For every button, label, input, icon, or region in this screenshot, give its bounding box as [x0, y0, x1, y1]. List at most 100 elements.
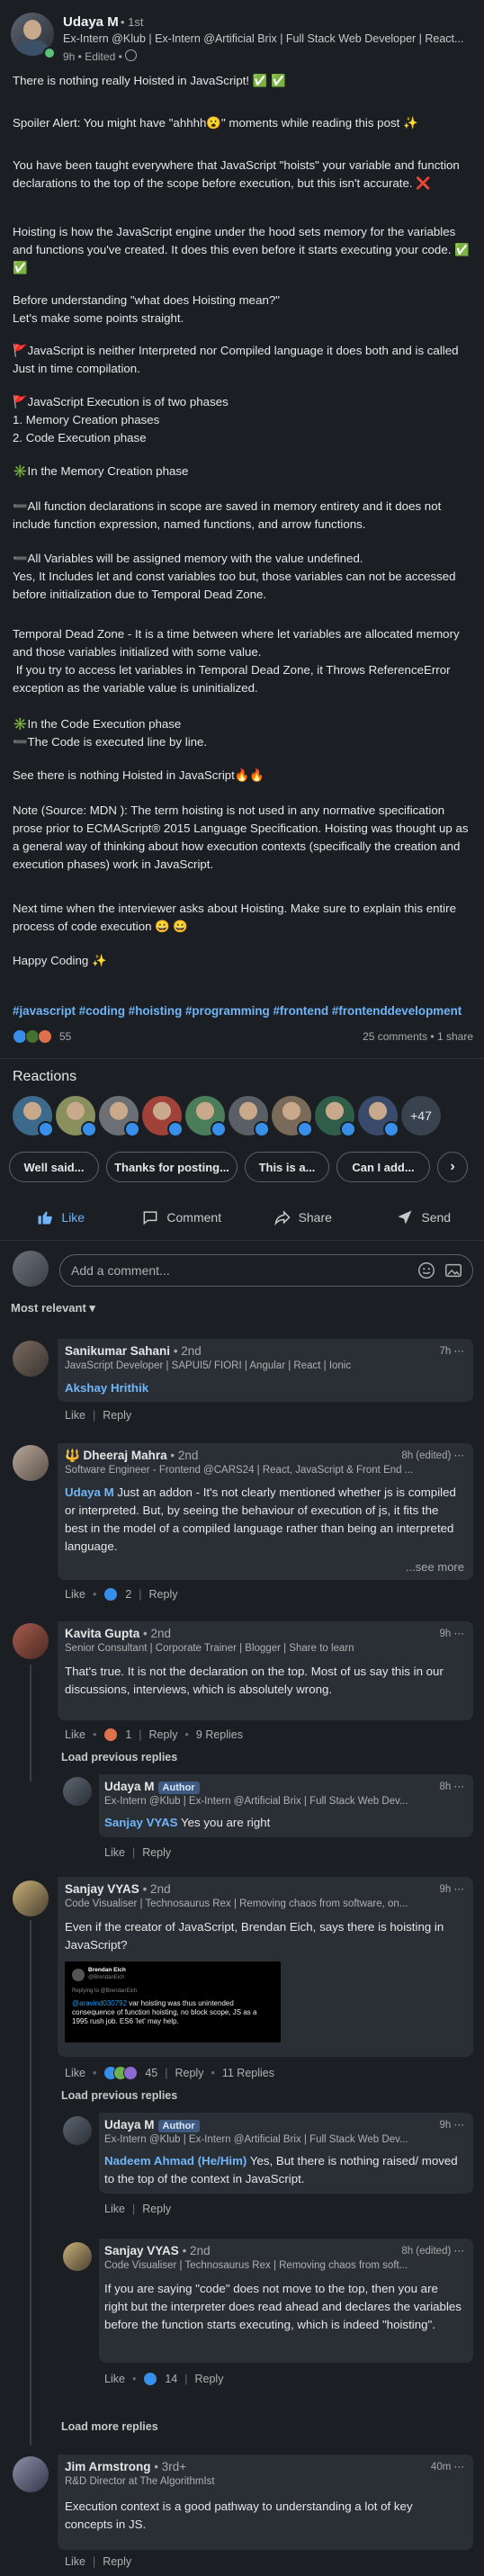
mention-link[interactable]: Akshay Hrithik: [65, 1381, 148, 1395]
comment-actions: Like | Reply: [104, 1846, 171, 1859]
replies-count[interactable]: 9 Replies: [196, 1728, 243, 1741]
commenter-avatar[interactable]: [13, 1445, 49, 1481]
reactor-avatar[interactable]: [99, 1096, 140, 1137]
reactor-avatar[interactable]: [272, 1096, 313, 1137]
post-paragraph: 🚩JavaScript is neither Interpreted nor C…: [13, 344, 462, 375]
commenter-avatar[interactable]: [13, 1341, 49, 1377]
reactor-avatar[interactable]: [315, 1096, 356, 1137]
load-more-replies[interactable]: Load more replies: [61, 2420, 158, 2433]
share-button[interactable]: Share: [242, 1200, 363, 1234]
reactor-avatar[interactable]: [358, 1096, 399, 1137]
comment-like-button[interactable]: Like: [104, 2203, 125, 2215]
commenter-name-text: Jim Armstrong: [65, 2460, 151, 2473]
comment-time-text: 7h: [439, 1346, 452, 1357]
load-previous-replies[interactable]: Load previous replies: [61, 2089, 177, 2102]
comment-like-button[interactable]: Like: [104, 2373, 125, 2385]
separator: |: [131, 1846, 136, 1859]
commenter-name[interactable]: Kavita Gupta • 2nd: [65, 1627, 171, 1640]
comment-like-button[interactable]: Like: [65, 2067, 85, 2079]
reactor-avatar[interactable]: [185, 1096, 227, 1137]
commenter-name[interactable]: Sanjay VYAS • 2nd: [65, 1882, 171, 1896]
comment-actions: Like | Reply: [104, 2203, 171, 2215]
commenter-name[interactable]: Jim Armstrong • 3rd+: [65, 2460, 186, 2473]
commenter-headline: JavaScript Developer | SAPUI5/ FIORI | A…: [65, 1360, 352, 1371]
comment-reaction-count[interactable]: 45: [145, 2067, 157, 2079]
commenter-avatar[interactable]: [63, 2116, 92, 2145]
emoji-icon[interactable]: [417, 1261, 436, 1280]
comment-like-button[interactable]: Like: [65, 1728, 85, 1741]
reactor-avatar[interactable]: [13, 1096, 54, 1137]
thread-line: [30, 1920, 31, 2446]
commenter-avatar[interactable]: [13, 2456, 49, 2492]
comment-reaction-count[interactable]: 1: [125, 1728, 131, 1741]
mention-link[interactable]: Sanjay VYAS: [104, 1816, 178, 1829]
separator: |: [92, 2555, 96, 2568]
comment-reply-button[interactable]: Reply: [149, 1728, 178, 1741]
tweet-screenshot-image[interactable]: Brendan Eich @BrendanEich Replying to @B…: [65, 1961, 281, 2042]
quick-reply-chip[interactable]: Well said...: [9, 1152, 99, 1182]
share-icon: [273, 1210, 291, 1226]
load-previous-replies[interactable]: Load previous replies: [61, 1751, 177, 1764]
comment-reaction-count[interactable]: 2: [125, 1588, 131, 1601]
reactor-avatar[interactable]: [229, 1096, 270, 1137]
reactor-avatar[interactable]: [56, 1096, 97, 1137]
send-button[interactable]: Send: [363, 1200, 484, 1234]
send-icon: [398, 1210, 412, 1225]
comment-reply-button[interactable]: Reply: [142, 1846, 171, 1859]
current-user-avatar[interactable]: [13, 1251, 49, 1287]
separator: •: [211, 2067, 215, 2079]
comment-text: If you are saying "code" does not move t…: [104, 2282, 462, 2331]
comment-reply-button[interactable]: Reply: [103, 1409, 131, 1422]
author-badge: Author: [157, 2120, 200, 2132]
commenter-name[interactable]: Udaya M Author: [104, 1780, 200, 1794]
reactor-avatar[interactable]: [142, 1096, 184, 1137]
divider: [0, 1240, 484, 1241]
commenter-name[interactable]: 🔱 Dheeraj Mahra • 2nd: [65, 1449, 198, 1463]
separator: |: [165, 2067, 168, 2079]
post-hashtags[interactable]: #javascript #coding #hoisting #programmi…: [13, 1004, 471, 1018]
commenter-avatar[interactable]: [63, 1777, 92, 1806]
comment-reply-button[interactable]: Reply: [142, 2203, 171, 2215]
comment-like-button[interactable]: Like: [65, 1588, 85, 1601]
commenter-avatar[interactable]: [13, 1623, 49, 1659]
comment-reply-button[interactable]: Reply: [194, 2373, 223, 2385]
see-more-link[interactable]: ...see more: [406, 1560, 464, 1574]
reaction-summary[interactable]: 55: [13, 1029, 71, 1044]
commenter-avatar[interactable]: [63, 2242, 92, 2271]
comment-reply-button[interactable]: Reply: [149, 1588, 178, 1601]
quick-reply-chip[interactable]: Can I add...: [336, 1152, 430, 1182]
comment-like-button[interactable]: Like: [104, 1846, 125, 1859]
quick-reply-chip[interactable]: This is a...: [245, 1152, 329, 1182]
comment-reply-button[interactable]: Reply: [175, 2067, 203, 2079]
separator: •: [92, 1588, 97, 1601]
comment-time-text: 40m: [430, 2462, 452, 2473]
connection-degree: • 2nd: [142, 1882, 171, 1896]
comment-text: Execution context is a good pathway to u…: [65, 2500, 413, 2531]
comment-time: 8h ⋯: [439, 1782, 465, 1792]
comment-like-button[interactable]: Like: [65, 2555, 85, 2568]
comment-input[interactable]: Add a comment...: [59, 1254, 473, 1287]
comment-like-button[interactable]: Like: [65, 1409, 85, 1422]
commenter-name[interactable]: Udaya M Author: [104, 2118, 200, 2132]
sort-dropdown[interactable]: Most relevant ▾: [11, 1301, 95, 1315]
commenter-name[interactable]: Sanikumar Sahani • 2nd: [65, 1344, 202, 1358]
chevron-right-icon[interactable]: ›: [437, 1152, 468, 1182]
commenter-avatar[interactable]: [13, 1880, 49, 1916]
like-button[interactable]: Like: [0, 1200, 121, 1234]
commenter-name[interactable]: Sanjay VYAS • 2nd: [104, 2244, 211, 2257]
comments-shares-count[interactable]: 25 comments • 1 share: [363, 1030, 473, 1043]
mention-link[interactable]: Nadeem Ahmad (He/Him): [104, 2154, 246, 2168]
comment-button[interactable]: Comment: [121, 1200, 243, 1234]
replies-count[interactable]: 11 Replies: [222, 2067, 274, 2079]
mention-link[interactable]: Udaya M: [65, 1485, 114, 1499]
author-badge: Author: [157, 1782, 200, 1794]
comment-reaction-count[interactable]: 14: [165, 2373, 177, 2385]
share-label: Share: [298, 1210, 332, 1225]
comment-time: 40m ⋯: [430, 2462, 464, 2473]
comment-reply-button[interactable]: Reply: [103, 2555, 131, 2568]
quick-reply-chip[interactable]: Thanks for posting...: [106, 1152, 238, 1182]
image-icon[interactable]: [444, 1261, 463, 1280]
author-name[interactable]: Udaya M: [63, 14, 119, 30]
more-reactors-button[interactable]: +47: [401, 1096, 441, 1135]
thread-line: [30, 1665, 31, 1782]
